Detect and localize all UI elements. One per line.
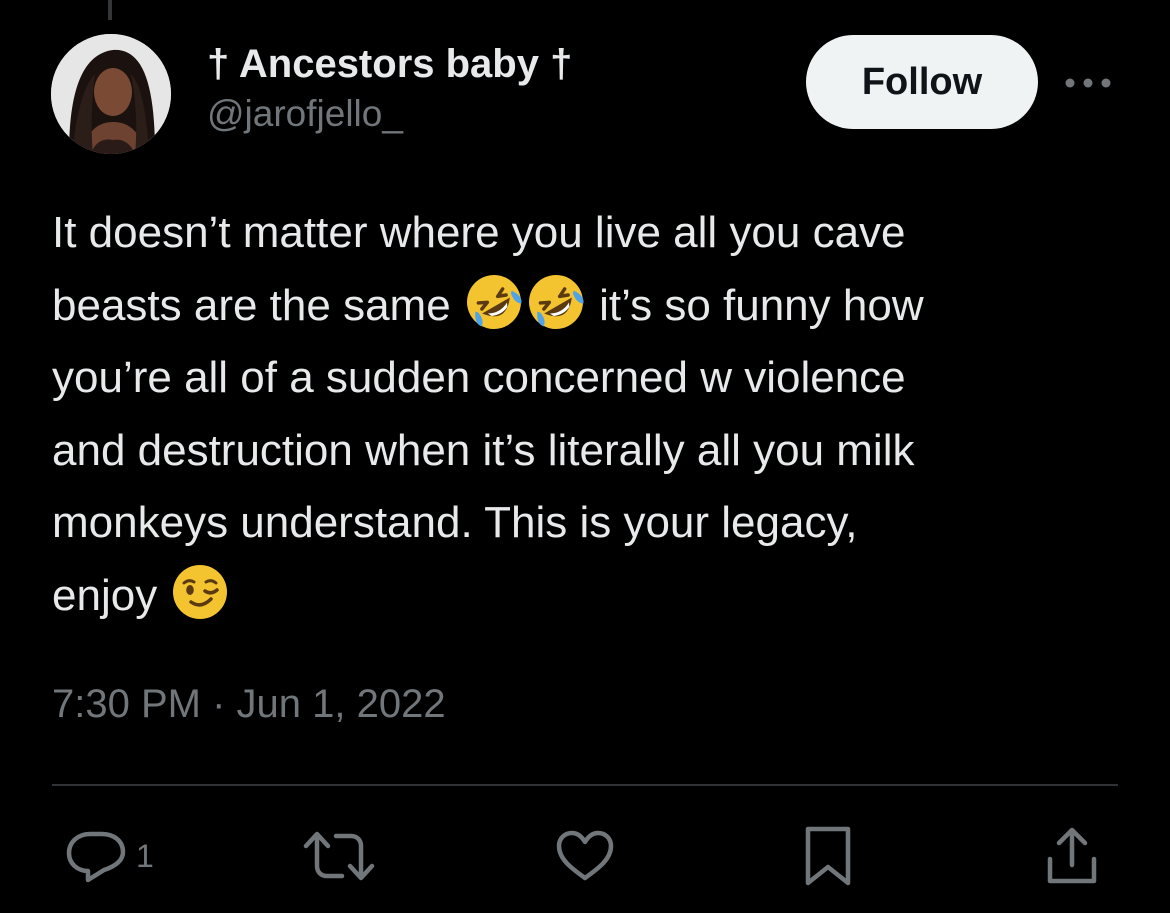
tweet-text-segment: enjoy: [52, 570, 170, 620]
bookmark-button[interactable]: [800, 826, 856, 886]
winking-face-emoji-icon: [173, 564, 228, 619]
thread-connector-line: [108, 0, 112, 20]
tweet-timestamp[interactable]: 7:30 PM · Jun 1, 2022: [52, 680, 446, 728]
divider: [52, 784, 1118, 786]
reply-icon: [66, 831, 126, 883]
rolling-laughing-emoji-icon: [466, 274, 522, 329]
retweet-icon: [303, 831, 375, 881]
tweet-text-segment: monkeys understand. This is your legacy,: [52, 498, 858, 547]
display-name[interactable]: † Ancestors baby †: [207, 40, 572, 88]
tweet-text-line: monkeys understand. This is your legacy,: [52, 487, 1132, 560]
tweet-text-segment: It doesn’t matter where you live all you…: [52, 208, 906, 257]
tweet-text-segment: it’s so funny how: [586, 280, 924, 330]
rolling-laughing-emoji-icon: [528, 274, 584, 329]
user-handle[interactable]: @jarofjello_: [207, 92, 572, 136]
tweet-text: It doesn’t matter where you live all you…: [52, 197, 1132, 632]
more-options-icon[interactable]: [1062, 66, 1114, 100]
tweet-text-line: enjoy: [52, 560, 1132, 633]
tweet-text-segment: beasts are the same: [52, 280, 463, 330]
share-button[interactable]: [1042, 826, 1102, 886]
like-icon: [556, 830, 614, 881]
tweet-text-line: and destruction when it’s literally all …: [52, 415, 1132, 488]
bookmark-icon: [805, 826, 851, 886]
share-icon: [1047, 827, 1097, 884]
tweet-text-line: It doesn’t matter where you live all you…: [52, 197, 1132, 270]
tweet-text-line: beasts are the same it’s so funny how: [52, 270, 1132, 343]
retweet-button[interactable]: [302, 826, 376, 886]
tweet-text-line: you’re all of a sudden concerned w viole…: [52, 342, 1132, 415]
reply-count: 1: [136, 837, 154, 874]
like-button[interactable]: [554, 826, 616, 886]
tweet-text-segment: and destruction when it’s literally all …: [52, 425, 915, 475]
follow-button[interactable]: Follow: [806, 35, 1038, 129]
avatar[interactable]: [51, 34, 171, 154]
reply-button[interactable]: 1: [64, 826, 154, 886]
avatar-image: [51, 34, 171, 154]
tweet-text-segment: you’re all of a sudden concerned w viole…: [52, 353, 906, 402]
